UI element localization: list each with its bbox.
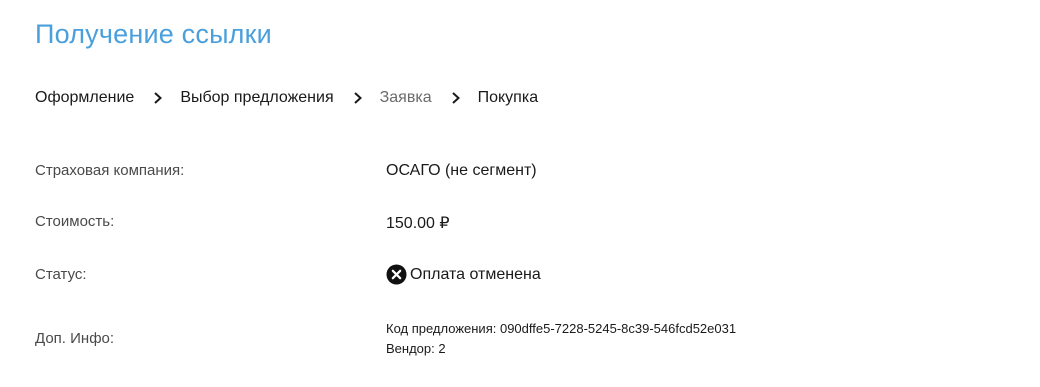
breadcrumb: Оформление Выбор предложения Заявка Поку… — [35, 86, 538, 110]
info-label: Доп. Инфо: — [35, 330, 115, 347]
cancel-circle-icon — [386, 264, 407, 285]
company-label: Страховая компания: — [35, 162, 185, 179]
chevron-right-icon — [346, 92, 370, 104]
page-title: Получение ссылки — [35, 19, 272, 49]
breadcrumb-item-registration[interactable]: Оформление — [35, 89, 134, 107]
company-value: ОСАГО (не сегмент) — [386, 162, 537, 179]
status-text: Оплата отменена — [410, 265, 541, 283]
offer-code-text: Код предложения: 090dffe5-7228-5245-8c39… — [386, 321, 737, 336]
info-value: Код предложения: 090dffe5-7228-5245-8c39… — [386, 319, 736, 359]
status-label: Статус: — [35, 266, 87, 283]
status-value: Оплата отменена — [386, 264, 541, 285]
cost-label: Стоимость: — [35, 213, 115, 230]
detail-row-status: Статус: Оплата отменена — [35, 262, 1020, 288]
chevron-right-icon — [444, 92, 468, 104]
vendor-text: Вендор: 2 — [386, 341, 446, 356]
cost-value: 150.00 ₽ — [386, 215, 450, 232]
detail-row-info: Доп. Инфо: Код предложения: 090dffe5-722… — [35, 316, 1020, 360]
chevron-right-icon — [146, 92, 170, 104]
detail-row-cost: Стоимость: 150.00 ₽ — [35, 211, 1020, 235]
breadcrumb-item-purchase[interactable]: Покупка — [478, 89, 539, 107]
detail-row-company: Страховая компания: ОСАГО (не сегмент) — [35, 160, 1020, 184]
breadcrumb-item-offer-selection[interactable]: Выбор предложения — [180, 89, 333, 107]
breadcrumb-item-application[interactable]: Заявка — [380, 89, 432, 107]
